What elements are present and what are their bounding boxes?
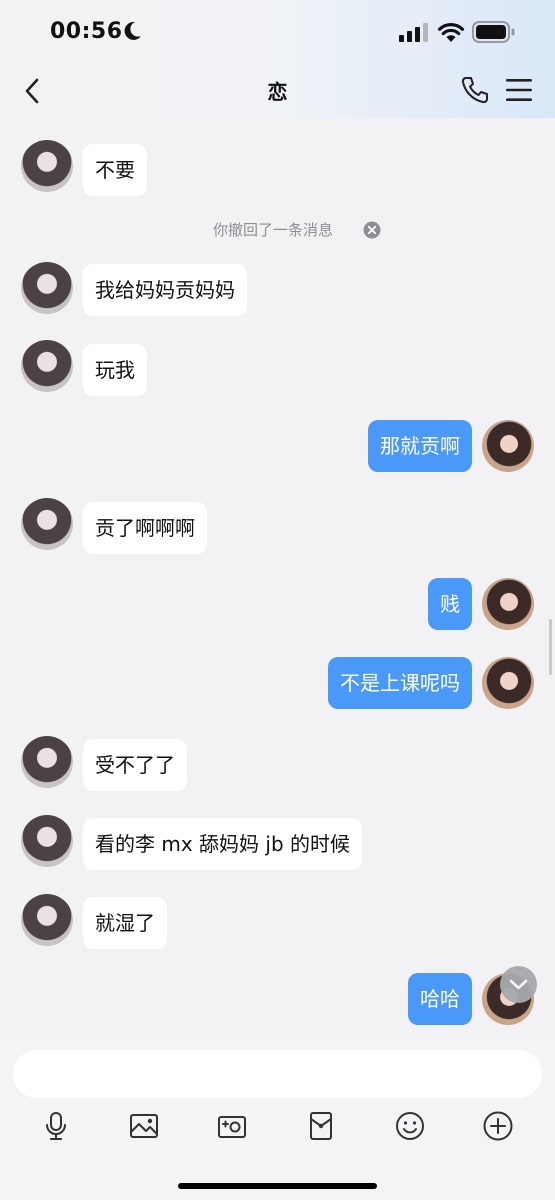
cellular-signal-icon: [399, 23, 428, 42]
camera-icon[interactable]: [216, 1110, 248, 1142]
avatar-self[interactable]: [482, 578, 534, 630]
avatar-self[interactable]: [482, 657, 534, 709]
close-circle-icon[interactable]: [363, 221, 381, 239]
avatar-contact[interactable]: [21, 498, 73, 550]
message-bubble-incoming[interactable]: 就湿了: [83, 897, 167, 949]
avatar-contact[interactable]: [21, 262, 73, 314]
message-bubble-outgoing[interactable]: 不是上课呢吗: [328, 657, 472, 709]
battery-icon: [472, 21, 515, 43]
message-input[interactable]: [13, 1050, 542, 1098]
chat-header: 恋: [0, 66, 555, 118]
avatar-contact[interactable]: [21, 340, 73, 392]
chevron-down-icon: [509, 979, 528, 990]
home-indicator[interactable]: [178, 1183, 377, 1189]
avatar-contact[interactable]: [21, 815, 73, 867]
microphone-icon[interactable]: [40, 1110, 72, 1142]
message-bubble-incoming[interactable]: 玩我: [83, 344, 147, 396]
phone-icon[interactable]: [459, 74, 491, 106]
menu-icon[interactable]: [504, 76, 534, 104]
input-bar: [0, 1040, 555, 1200]
recall-notice: 你撤回了一条消息: [0, 218, 555, 242]
top-area: 00:56 恋: [0, 0, 555, 118]
avatar-self[interactable]: [482, 420, 534, 472]
moon-icon: [124, 21, 141, 40]
message-bubble-incoming[interactable]: 贡了啊啊啊: [83, 502, 207, 554]
avatar-contact[interactable]: [21, 140, 73, 192]
emoji-icon[interactable]: [394, 1110, 426, 1142]
status-time: 00:56: [50, 19, 123, 44]
avatar-contact[interactable]: [21, 736, 73, 788]
message-bubble-incoming[interactable]: 不要: [83, 144, 147, 196]
message-bubble-outgoing[interactable]: 那就贡啊: [368, 420, 472, 472]
message-bubble-incoming[interactable]: 受不了了: [83, 739, 187, 791]
avatar-contact[interactable]: [21, 894, 73, 946]
plus-icon[interactable]: [482, 1110, 514, 1142]
recall-notice-text: 你撤回了一条消息: [213, 221, 334, 239]
image-icon[interactable]: [128, 1110, 160, 1142]
message-bubble-incoming[interactable]: 看的李 mx 舔妈妈 jb 的时候: [83, 818, 362, 870]
chat-area[interactable]: 不要 你撤回了一条消息 我给妈妈贡妈妈 玩我 那就贡啊 贡了啊啊啊 贱 不是上课…: [0, 118, 555, 1040]
red-packet-icon[interactable]: [305, 1110, 337, 1142]
message-bubble-outgoing[interactable]: 哈哈: [408, 973, 472, 1025]
scroll-to-bottom-button[interactable]: [500, 966, 537, 1003]
scrollbar[interactable]: [549, 619, 552, 675]
wifi-icon: [437, 23, 465, 42]
status-bar: 00:56: [0, 0, 555, 66]
message-bubble-outgoing[interactable]: 贱: [428, 578, 472, 630]
message-bubble-incoming[interactable]: 我给妈妈贡妈妈: [83, 264, 247, 316]
